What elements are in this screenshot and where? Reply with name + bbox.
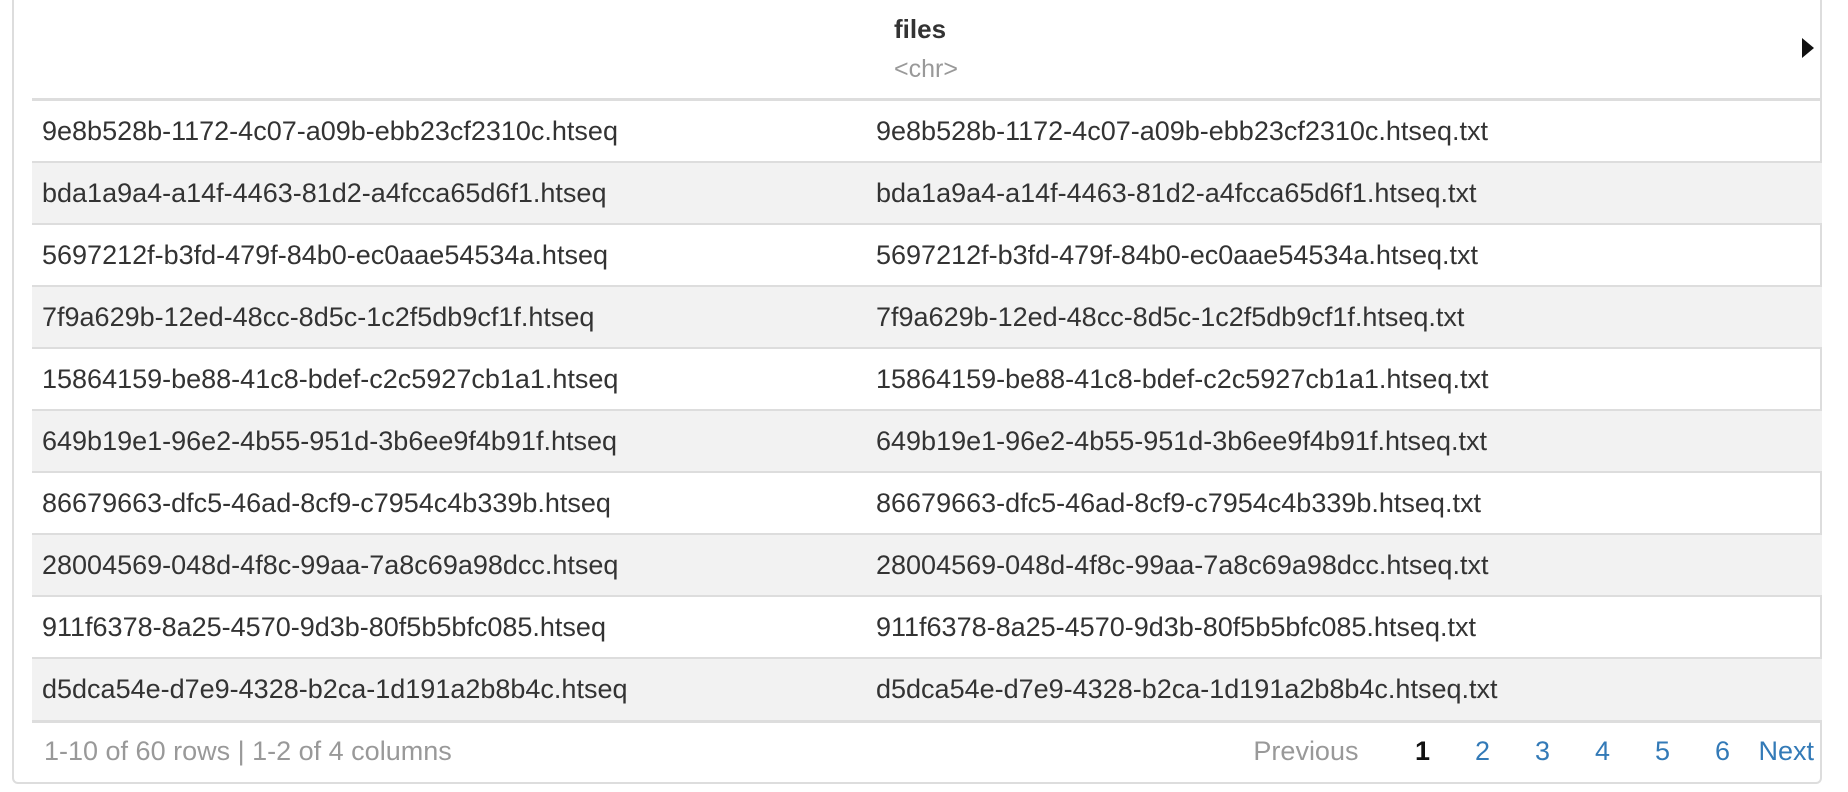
row-name-cell: bda1a9a4-a14f-4463-81d2-a4fcca65d6f1.hts…	[42, 178, 607, 208]
row-name-cell: 7f9a629b-12ed-48cc-8d5c-1c2f5db9cf1f.hts…	[42, 302, 595, 332]
paged-table: files <chr> 9e8b528b-1172-4c07-a09b-ebb2…	[12, 0, 1822, 784]
column-name: files	[894, 14, 947, 44]
table-row: d5dca54e-d7e9-4328-b2ca-1d191a2b8b4c.hts…	[32, 659, 1822, 723]
row-name-cell: 649b19e1-96e2-4b55-951d-3b6ee9f4b91f.hts…	[42, 426, 618, 456]
table-row: 28004569-048d-4f8c-99aa-7a8c69a98dcc.hts…	[32, 535, 1822, 597]
table-footer: 1-10 of 60 rows | 1-2 of 4 columns Previ…	[32, 727, 1822, 777]
page-link-2[interactable]: 2	[1452, 736, 1512, 767]
next-page-link[interactable]: Next	[1758, 736, 1814, 767]
table-row: 15864159-be88-41c8-bdef-c2c5927cb1a1.hts…	[32, 349, 1822, 411]
files-cell: 86679663-dfc5-46ad-8cf9-c7954c4b339b.hts…	[876, 488, 1481, 518]
files-cell: 7f9a629b-12ed-48cc-8d5c-1c2f5db9cf1f.hts…	[876, 302, 1465, 332]
page-link-6[interactable]: 6	[1692, 736, 1752, 767]
row-name-cell: 28004569-048d-4f8c-99aa-7a8c69a98dcc.hts…	[42, 550, 619, 580]
files-cell: 9e8b528b-1172-4c07-a09b-ebb23cf2310c.hts…	[876, 116, 1488, 146]
files-cell: 5697212f-b3fd-479f-84b0-ec0aae54534a.hts…	[876, 240, 1478, 270]
row-name-cell: 9e8b528b-1172-4c07-a09b-ebb23cf2310c.hts…	[42, 116, 618, 146]
page-link-5[interactable]: 5	[1632, 736, 1692, 767]
column-header-files: files <chr>	[894, 14, 958, 84]
row-column-summary: 1-10 of 60 rows | 1-2 of 4 columns	[44, 736, 452, 766]
table-body: 9e8b528b-1172-4c07-a09b-ebb23cf2310c.hts…	[32, 101, 1822, 723]
files-cell: d5dca54e-d7e9-4328-b2ca-1d191a2b8b4c.hts…	[876, 674, 1498, 704]
table-row: 649b19e1-96e2-4b55-951d-3b6ee9f4b91f.hts…	[32, 411, 1822, 473]
table-row: 86679663-dfc5-46ad-8cf9-c7954c4b339b.hts…	[32, 473, 1822, 535]
files-cell: 911f6378-8a25-4570-9d3b-80f5b5bfc085.hts…	[876, 612, 1476, 642]
row-name-cell: 911f6378-8a25-4570-9d3b-80f5b5bfc085.hts…	[42, 612, 606, 642]
table-row: bda1a9a4-a14f-4463-81d2-a4fcca65d6f1.hts…	[32, 163, 1822, 225]
row-name-cell: d5dca54e-d7e9-4328-b2ca-1d191a2b8b4c.hts…	[42, 674, 628, 704]
page-link-1[interactable]: 1	[1392, 736, 1452, 767]
caret-right-icon[interactable]	[1802, 38, 1814, 58]
table-row: 5697212f-b3fd-479f-84b0-ec0aae54534a.hts…	[32, 225, 1822, 287]
row-name-cell: 86679663-dfc5-46ad-8cf9-c7954c4b339b.hts…	[42, 488, 611, 518]
table-row: 9e8b528b-1172-4c07-a09b-ebb23cf2310c.hts…	[32, 101, 1822, 163]
files-cell: 28004569-048d-4f8c-99aa-7a8c69a98dcc.hts…	[876, 550, 1489, 580]
pagination: Previous 1 2 3 4 5 6 Next	[1253, 736, 1814, 767]
page-link-4[interactable]: 4	[1572, 736, 1632, 767]
table-header: files <chr>	[32, 0, 1822, 101]
files-cell: 649b19e1-96e2-4b55-951d-3b6ee9f4b91f.hts…	[876, 426, 1488, 456]
page-link-3[interactable]: 3	[1512, 736, 1572, 767]
files-cell: 15864159-be88-41c8-bdef-c2c5927cb1a1.hts…	[876, 364, 1489, 394]
row-name-cell: 5697212f-b3fd-479f-84b0-ec0aae54534a.hts…	[42, 240, 608, 270]
table-row: 911f6378-8a25-4570-9d3b-80f5b5bfc085.hts…	[32, 597, 1822, 659]
row-name-cell: 15864159-be88-41c8-bdef-c2c5927cb1a1.hts…	[42, 364, 619, 394]
table-row: 7f9a629b-12ed-48cc-8d5c-1c2f5db9cf1f.hts…	[32, 287, 1822, 349]
column-type: <chr>	[894, 55, 958, 83]
previous-page-link[interactable]: Previous	[1253, 736, 1358, 767]
files-cell: bda1a9a4-a14f-4463-81d2-a4fcca65d6f1.hts…	[876, 178, 1477, 208]
